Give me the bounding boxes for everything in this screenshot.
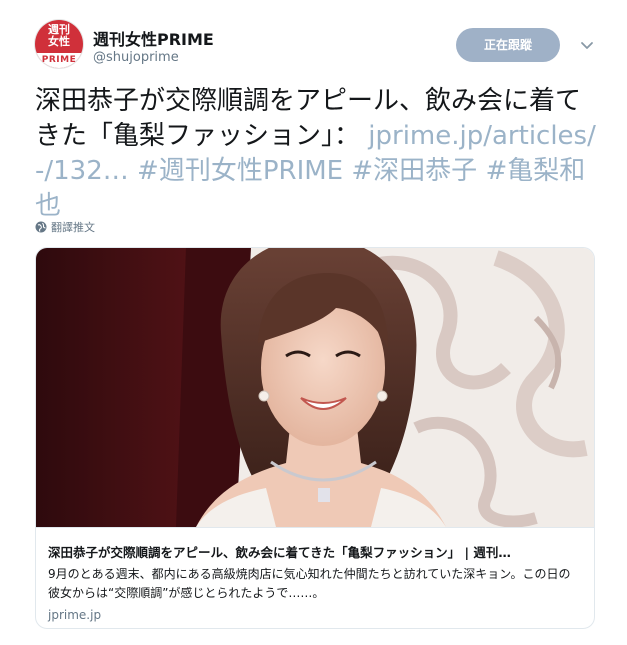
hashtag-link[interactable]: #深田恭子 [351,156,477,186]
avatar[interactable]: 週刊 女性 PRIME [35,20,83,68]
card-title[interactable]: 深田恭子が交際順調をアピール、飲み会に着てきた「亀梨ファッション」 | 週刊… [48,542,582,561]
tweet-text: 深田恭子が交際順調をアピール、飲み会に着てきた「亀梨ファッション」： jprim… [35,84,605,224]
display-name[interactable]: 週刊女性PRIME [93,26,214,50]
translate-tweet-button[interactable]: 翻譯推文 [35,219,95,235]
logo-text-bottom: PRIME [35,53,83,68]
translate-label: 翻譯推文 [51,221,95,234]
chevron-down-icon[interactable] [578,36,596,54]
logo-text-top: 週刊 女性 [48,23,70,48]
globe-icon [35,221,47,233]
hashtag-link[interactable]: #週刊女性PRIME [137,156,343,186]
following-button[interactable]: 正在跟蹤 [456,28,560,62]
card-description: 9月のとある週末、都内にある高級焼肉店に気心知れた仲間たちと訪れていた深キョン。… [48,567,571,600]
card-body[interactable]: 深田恭子が交際順調をアピール、飲み会に着てきた「亀梨ファッション」 | 週刊… … [36,527,594,628]
tweet: 週刊 女性 PRIME 週刊女性PRIME @shujoprime 正在跟蹤 深田… [0,0,627,645]
card-domain: jprime.jp [48,608,102,622]
card-photo[interactable] [36,248,594,527]
link-card[interactable]: 深田恭子が交際順調をアピール、飲み会に着てきた「亀梨ファッション」 | 週刊… … [35,247,595,629]
user-handle[interactable]: @shujoprime [93,50,179,65]
